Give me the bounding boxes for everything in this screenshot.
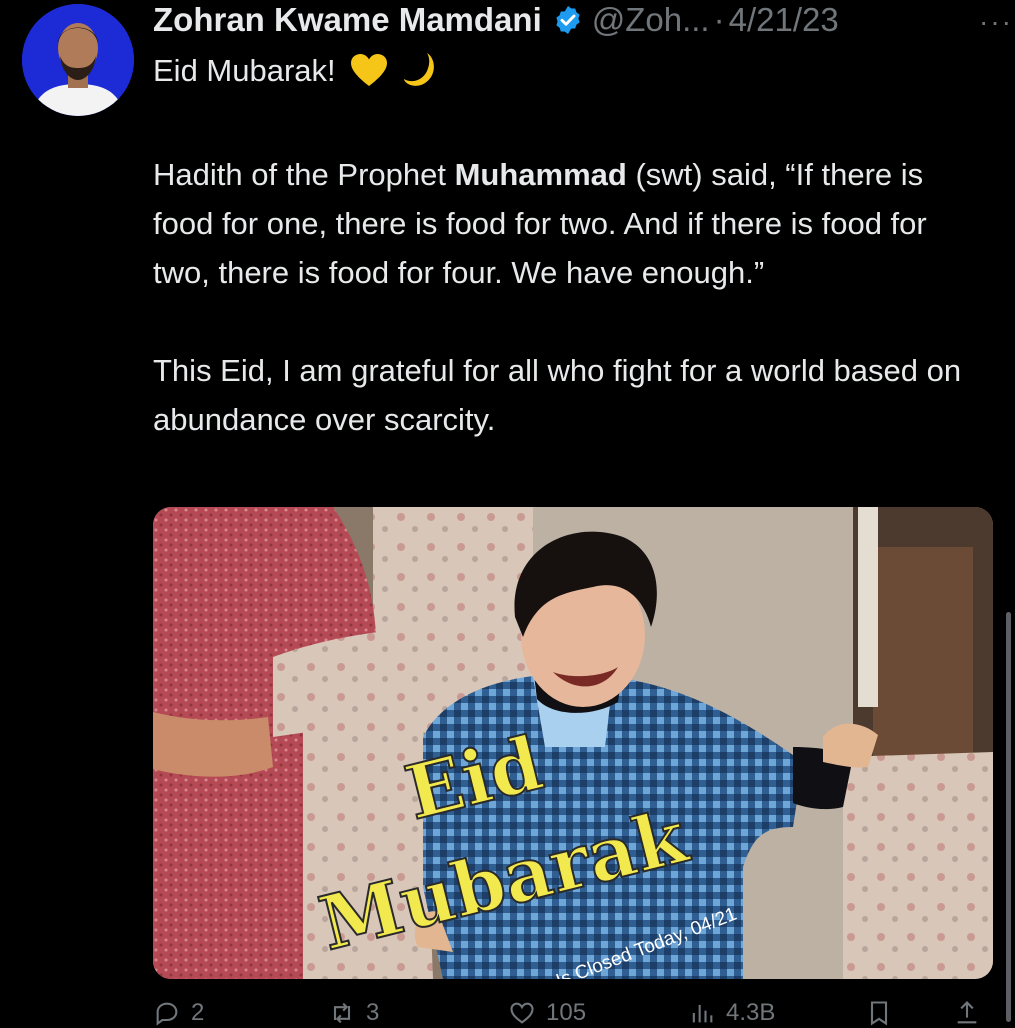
- share-button[interactable]: [953, 999, 981, 1027]
- retweet-count: 3: [366, 999, 380, 1026]
- hadith-paragraph: Hadith of the Prophet Muhammad (swt) sai…: [153, 150, 983, 297]
- bookmark-button[interactable]: [865, 999, 893, 1027]
- reply-button[interactable]: 2: [153, 999, 204, 1027]
- retweet-icon: [333, 1002, 351, 1024]
- tweet-line-1: Eid Mubarak!: [153, 46, 983, 101]
- tweet-image[interactable]: Eid Mubarak Our Office Is Closed Today, …: [153, 507, 993, 979]
- views-count: 4.3B: [726, 999, 776, 1026]
- views-button[interactable]: 4.3B: [688, 999, 775, 1027]
- more-options-icon[interactable]: ···: [979, 6, 1013, 38]
- author-handle[interactable]: @Zoh...: [592, 1, 710, 39]
- bookmark-icon: [870, 1001, 888, 1026]
- greeting-text: Eid Mubarak!: [153, 53, 336, 88]
- tweet-text: Eid Mubarak! Hadith of the Prophet Muham…: [153, 46, 983, 444]
- avatar[interactable]: [22, 4, 134, 116]
- like-button[interactable]: 105: [508, 999, 586, 1027]
- retweet-button[interactable]: 3: [328, 999, 379, 1027]
- yellow-heart-icon: [350, 52, 388, 101]
- tweet-date[interactable]: 4/21/23: [729, 1, 839, 39]
- author-name[interactable]: Zohran Kwame Mamdani: [153, 1, 542, 39]
- eid-paragraph: This Eid, I am grateful for all who figh…: [153, 353, 962, 437]
- separator-dot: ·: [713, 1, 725, 38]
- reply-icon: [156, 1002, 178, 1026]
- like-count: 105: [546, 999, 587, 1026]
- crescent-moon-icon: [403, 51, 437, 101]
- reply-count: 2: [191, 999, 205, 1026]
- heart-icon: [510, 1002, 534, 1024]
- hadith-bold-name: Muhammad: [454, 157, 627, 192]
- share-icon: [957, 1001, 977, 1024]
- tweet-header: Zohran Kwame Mamdani @Zoh... · 4/21/23 ·…: [153, 0, 1011, 40]
- verified-badge-icon: [552, 4, 584, 36]
- views-icon: [692, 1004, 713, 1023]
- hadith-text-start: Hadith of the Prophet: [153, 157, 455, 192]
- scrollbar[interactable]: [1006, 612, 1011, 1022]
